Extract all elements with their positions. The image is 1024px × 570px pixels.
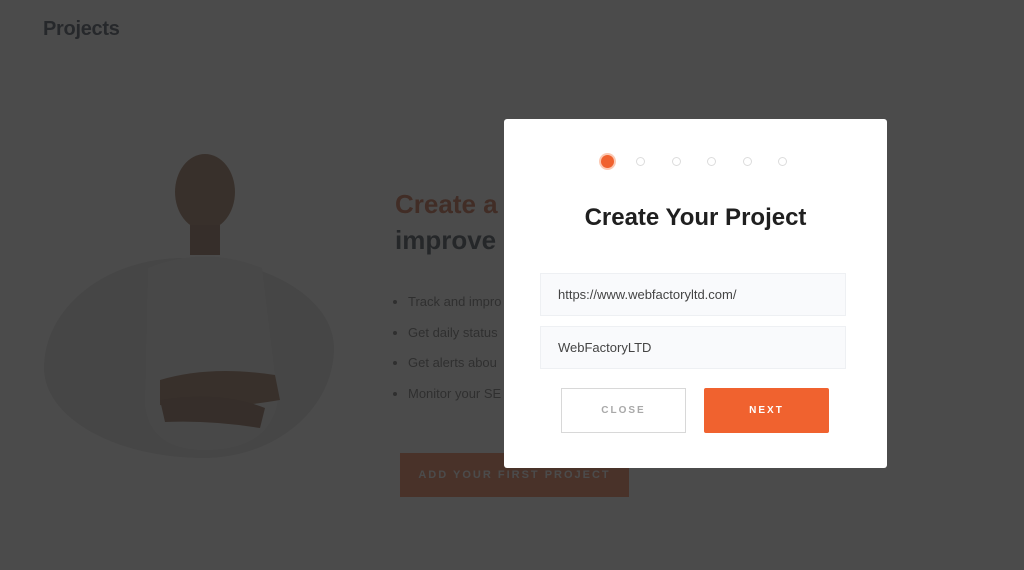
step-dot-4 bbox=[707, 157, 716, 166]
project-url-input[interactable] bbox=[540, 273, 846, 316]
step-dot-2 bbox=[636, 157, 645, 166]
next-button[interactable]: NEXT bbox=[704, 388, 829, 433]
project-name-input[interactable] bbox=[540, 326, 846, 369]
step-indicator bbox=[601, 155, 814, 169]
modal-title: Create Your Project bbox=[584, 204, 807, 231]
step-dot-1-active bbox=[601, 155, 614, 168]
step-dot-6 bbox=[778, 157, 787, 166]
step-dot-3 bbox=[671, 157, 681, 166]
step-dot-5 bbox=[742, 157, 752, 166]
create-project-modal: Create Your Project CLOSE NEXT bbox=[504, 119, 887, 468]
close-button[interactable]: CLOSE bbox=[561, 388, 686, 433]
